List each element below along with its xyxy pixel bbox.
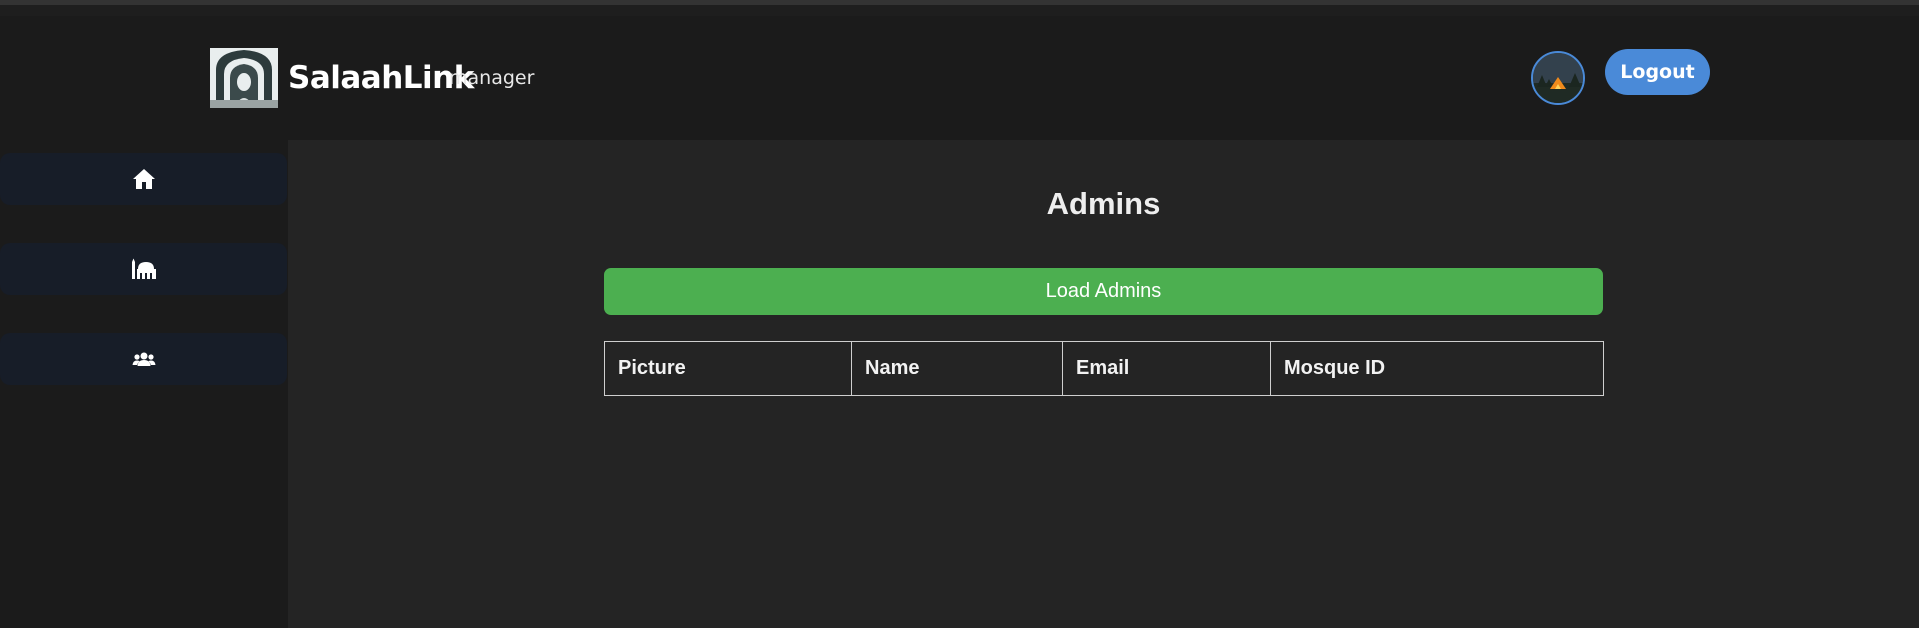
table-header-row: Picture Name Email Mosque ID [604, 341, 1604, 396]
home-icon [132, 168, 156, 190]
logout-button[interactable]: Logout [1605, 49, 1710, 95]
sidebar [0, 140, 288, 628]
brand-name: SalaahLink [288, 60, 474, 96]
column-header-mosque-id: Mosque ID [1270, 341, 1604, 396]
admins-table: Picture Name Email Mosque ID [604, 341, 1604, 396]
brand-logo[interactable] [210, 48, 278, 108]
brand-role: manager [449, 67, 535, 89]
load-admins-button[interactable]: Load Admins [604, 268, 1603, 315]
window-top-strip [0, 0, 1919, 16]
column-header-email: Email [1062, 341, 1271, 396]
page-title: Admins [1046, 186, 1161, 221]
sidebar-item-mosques[interactable] [0, 243, 287, 295]
sidebar-item-users[interactable] [0, 333, 287, 385]
column-header-picture: Picture [604, 341, 852, 396]
sidebar-item-home[interactable] [0, 153, 287, 205]
column-header-name: Name [851, 341, 1063, 396]
users-icon [132, 351, 156, 367]
top-navbar: SalaahLink manager Logout [0, 16, 1919, 140]
user-avatar[interactable] [1531, 51, 1585, 105]
mosque-icon [131, 258, 157, 280]
